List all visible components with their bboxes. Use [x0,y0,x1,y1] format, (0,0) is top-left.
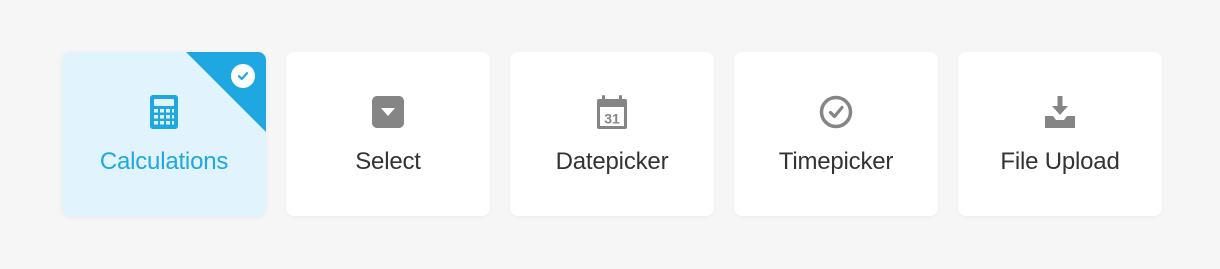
calendar-day-text: 31 [604,111,620,127]
option-label: Calculations [99,148,229,175]
option-label: Timepicker [778,148,894,175]
option-timepicker[interactable]: Timepicker [734,52,938,216]
field-type-options: Calculations Select 31 Datepicker Timepi… [62,52,1162,216]
upload-icon [1042,94,1078,130]
option-label: File Upload [1000,148,1120,175]
calculator-icon [146,94,182,130]
option-file-upload[interactable]: File Upload [958,52,1162,216]
option-label: Datepicker [555,148,669,175]
option-calculations[interactable]: Calculations [62,52,266,216]
option-label: Select [355,148,421,175]
clock-icon [818,94,854,130]
dropdown-icon [370,94,406,130]
calendar-icon: 31 [594,94,630,130]
selected-corner-badge [186,52,266,132]
check-icon [231,64,255,88]
option-select[interactable]: Select [286,52,490,216]
option-datepicker[interactable]: 31 Datepicker [510,52,714,216]
